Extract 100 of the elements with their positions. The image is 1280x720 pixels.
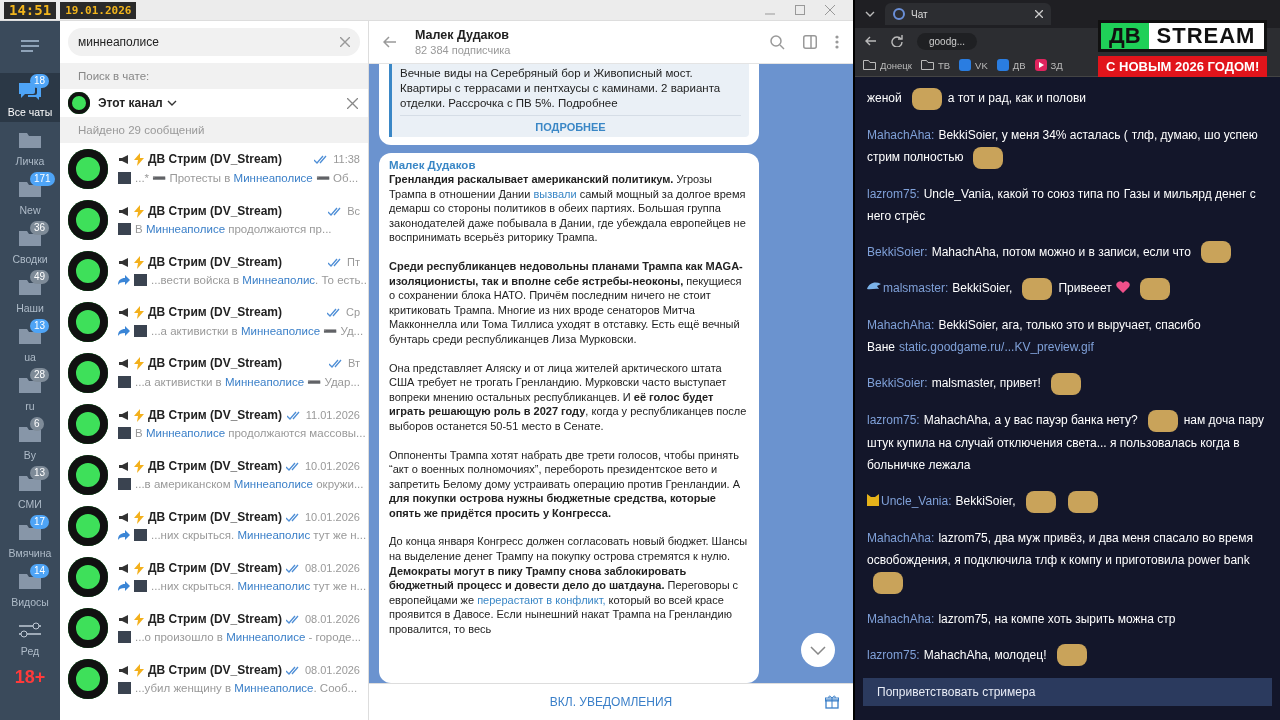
- bookmark[interactable]: Донецк: [863, 59, 912, 71]
- unread-badge: 6: [30, 417, 44, 431]
- message-paragraph: Оппоненты Трампа хотят набрать две трети голосов, чтобы принять “акт о военных полномочиях”, перебороть президентское вето и запретить Белому дому устраивать операцию против Гренландии. А для покупки острова нужны бюджетные средства, которые опять же придётся просить у Конгресса.: [389, 447, 741, 521]
- browser-tab[interactable]: Чат: [885, 3, 1051, 25]
- search-result[interactable]: ДВ Стрим (DV_Stream) 10.01.2026 ...них скрыться. Миннеаполис тут же н...: [60, 500, 368, 551]
- search-result[interactable]: ДВ Стрим (DV_Stream) 08.01.2026 ...о произошло в Миннеаполисе - городе...: [60, 602, 368, 653]
- chat-message: Uncle_Vania: BekkiSoier,: [867, 489, 1268, 513]
- chat-username[interactable]: malsmaster:: [883, 281, 949, 296]
- search-result[interactable]: ДВ Стрим (DV_Stream) 08.01.2026 ...убил женщину в Миннеаполисе. Сооб...: [60, 653, 368, 704]
- message-snippet: ...а активистки в Миннеаполисе ➖ Уд...: [151, 324, 364, 338]
- search-result[interactable]: ДВ Стрим (DV_Stream) 08.01.2026 ...них скрыться. Миннеаполис тут же н...: [60, 551, 368, 602]
- folder-tab[interactable]: Личка: [0, 122, 60, 171]
- chat-username[interactable]: lazrom75:: [867, 647, 920, 662]
- message-time: 08.01.2026: [304, 613, 360, 625]
- new-year-banner: С НОВЫМ 2026 ГОДОМ!: [1098, 56, 1268, 77]
- chat-name: ДВ Стрим (DV_Stream): [148, 408, 283, 422]
- age-rating-overlay: 18+: [14, 667, 46, 688]
- folder-tab[interactable]: 14 Видосы: [0, 563, 60, 612]
- search-result[interactable]: ДВ Стрим (DV_Stream) Ср ...а активистки в Миннеаполисе ➖ Уд...: [60, 296, 368, 347]
- chat-name: ДВ Стрим (DV_Stream): [147, 510, 282, 524]
- folder-tab[interactable]: 171 New: [0, 171, 60, 220]
- message-paragraph: Гренландия раскалывает американский политикум. Угрозы Трампа в отношении Дании вызвали самый мощный за долгое время демарш со стороны политиков в обеих партиях. Большая группа законодателей даже побывала в Дании, где убеждала европейцев не воспринимать всерьёз риторику Трампа.: [389, 172, 747, 245]
- bookmark[interactable]: VK: [959, 59, 988, 71]
- greet-streamer-button[interactable]: Поприветствовать стримера: [863, 678, 1272, 706]
- unread-badge: 14: [30, 564, 50, 578]
- message-time: Вс: [347, 205, 360, 217]
- chat-username[interactable]: MahachAha:: [867, 611, 935, 626]
- date-overlay: 19.01.2026: [60, 1, 137, 19]
- message-time: Пт: [347, 256, 360, 268]
- chat-link[interactable]: static.goodgame.ru/...KV_preview.gif: [899, 340, 1094, 355]
- search-result[interactable]: ДВ Стрим (DV_Stream) Вт ...а активистки в Миннеаполисе ➖ Удар...: [60, 347, 368, 398]
- folder-tab[interactable]: Ред: [0, 612, 60, 661]
- message-snippet: ...а активистки в Миннеаполисе ➖ Удар...: [135, 375, 360, 389]
- chat-name: ДВ Стрим (DV_Stream): [147, 663, 282, 677]
- address-bar[interactable]: goodg...: [917, 32, 978, 50]
- search-result[interactable]: ДВ Стрим (DV_Stream) 11.01.2026 В Миннеаполисе продолжаются массовы...: [60, 398, 368, 449]
- chat-title: Малек Дудаков: [415, 28, 510, 42]
- unread-badge: 17: [30, 515, 50, 529]
- folder-tab[interactable]: 17 Вмячина: [0, 514, 60, 563]
- folder-tab[interactable]: 13 СМИ: [0, 465, 60, 514]
- message-time: 10.01.2026: [304, 460, 360, 472]
- chat-username[interactable]: lazrom75:: [867, 186, 920, 201]
- chat-name: ДВ Стрим (DV_Stream): [148, 255, 284, 269]
- chat-message: malsmaster: BekkiSoier, Привееет: [867, 277, 1268, 301]
- message-snippet: ...* ➖ Протесты в Миннеаполисе ➖ Об...: [135, 171, 359, 185]
- message-link[interactable]: перерастают в конфликт,: [477, 593, 606, 606]
- search-result[interactable]: ДВ Стрим (DV_Stream) Вс В Миннеаполисе продолжаются пр...: [60, 194, 368, 245]
- clock-overlay: 14:51: [4, 1, 57, 19]
- chat-message: lazrom75: MahachAha, молодец!: [867, 643, 1268, 667]
- ad-text: Вечные виды на Серебряный бор и Живописный мост. Квартиры с террасами и пентхаусы с каминами. 2 варианта отделки. Рассрочка с ПВ 5%. Подробнее: [400, 66, 722, 111]
- message-link[interactable]: вызвали: [533, 187, 577, 200]
- search-result[interactable]: ДВ Стрим (DV_Stream) 11:38 ...* ➖ Протесты в Миннеаполисе ➖ Об...: [60, 143, 368, 194]
- search-result[interactable]: ДВ Стрим (DV_Stream) Пт ...вести войска в Миннеаполис. То есть...: [60, 245, 368, 296]
- message-snippet: ...убил женщину в Миннеаполисе. Сооб...: [135, 682, 358, 694]
- message-time: 11:38: [333, 153, 360, 165]
- chat-message: lazrom75: MahachAha, а у вас пауэр банка нету? нам доча пару штук купила на случай отключения света... я пользовалась когда в больничке лежала: [867, 409, 1268, 476]
- chat-message: MahachAha: lazrom75, на компе хоть зырить можна стр: [867, 610, 1177, 628]
- unread-badge: 28: [30, 368, 50, 382]
- chat-username[interactable]: lazrom75:: [867, 413, 920, 428]
- bookmark[interactable]: ТВ: [920, 59, 951, 71]
- chat-message: BekkiSoier: MahachAha, потом можно и в записи, если что: [867, 240, 1268, 264]
- message-snippet: ...в американском Миннеаполисе окружи...: [135, 478, 364, 490]
- message-snippet: В Миннеаполисе продолжаются пр...: [135, 223, 332, 235]
- chat-username[interactable]: BekkiSoier:: [867, 376, 928, 391]
- message-paragraph: Она представляет Аляску и от лица жителей арктического штата США требует не трогать Гренландию. Мурковски часто выступает вопреки мнению остальных республиканцев. И её голос будет играть решающую роль в 2027 году, когда у республиканцев после выборов останется 50-51 место в Сенате.: [389, 360, 748, 434]
- folder-tab[interactable]: 13 ua: [0, 318, 60, 367]
- unread-badge: 171: [30, 172, 55, 186]
- folder-tab[interactable]: 36 Сводки: [0, 220, 60, 269]
- message-snippet: ...них скрыться. Миннеаполис тут же н...: [151, 580, 367, 592]
- search-result[interactable]: ДВ Стрим (DV_Stream) 10.01.2026 ...в американском Миннеаполисе окружи...: [60, 449, 368, 500]
- bookmark[interactable]: ДВ: [996, 59, 1026, 71]
- folder-tab[interactable]: 18 Все чаты: [0, 73, 60, 122]
- chat-username[interactable]: BekkiSoier:: [867, 244, 928, 259]
- chat-message: MahachAha: BekkiSoier, у меня 34% асталась ( тлф, думаю, шо успею стрим полностью: [867, 123, 1268, 169]
- chat-message: MahachAha: BekkiSoier, ага, только это и выручает, спасибо Ване static.goodgame.ru/...KV_preview.gif: [867, 317, 1202, 357]
- chat-name: ДВ Стрим (DV_Stream): [148, 356, 284, 370]
- chat-message: женой а тот и рад, как и полови: [867, 87, 1268, 110]
- search-field[interactable]: миннеаполисе: [68, 28, 360, 56]
- folder-tab[interactable]: 49 Наши: [0, 269, 60, 318]
- notifications-button[interactable]: ВКЛ. УВЕДОМЛЕНИЯ: [549, 695, 673, 709]
- message-time: 11.01.2026: [305, 409, 360, 421]
- folder-tab[interactable]: 28 ru: [0, 367, 60, 416]
- scope-dropdown[interactable]: Этот канал: [98, 96, 339, 110]
- bookmark[interactable]: ЗД: [1034, 59, 1063, 71]
- chat-username[interactable]: MahachAha:: [867, 318, 935, 333]
- chat-username[interactable]: MahachAha:: [867, 127, 935, 142]
- chat-name: ДВ Стрим (DV_Stream): [148, 204, 284, 218]
- chat-name: ДВ Стрим (DV_Stream): [147, 612, 282, 626]
- folder-tab[interactable]: 6 By: [0, 416, 60, 465]
- chat-name: ДВ Стрим (DV_Stream): [148, 152, 284, 166]
- chat-username[interactable]: MahachAha:: [867, 530, 935, 545]
- message-time: 08.01.2026: [304, 562, 360, 574]
- chat-username[interactable]: Uncle_Vania:: [881, 493, 952, 508]
- unread-badge: 49: [30, 270, 50, 284]
- message-author: Малек Дудаков: [389, 159, 477, 171]
- stream-logo: ДВ STREAM: [1098, 20, 1268, 52]
- message-snippet: В Миннеаполисе продолжаются массовы...: [135, 427, 366, 439]
- results-count: Найдено 29 сообщений: [78, 124, 205, 136]
- chat-name: ДВ Стрим (DV_Stream): [147, 561, 282, 575]
- message-paragraph: Среди республиканцев недовольны планами Трампа как MAGA-изоляционисты, так и вполне себе ястребы-неоконы, пекущиеся о сохранении блока НАТО. Причём последним ничего не стоит критиковать Трампа. Многие из них вроде сенаторов Митча Макконнелла или Тома Тиллиса уходят в отставку. Есть ещё вечный бунтарь среди республиканцев Лиза Мурковски.: [389, 258, 744, 347]
